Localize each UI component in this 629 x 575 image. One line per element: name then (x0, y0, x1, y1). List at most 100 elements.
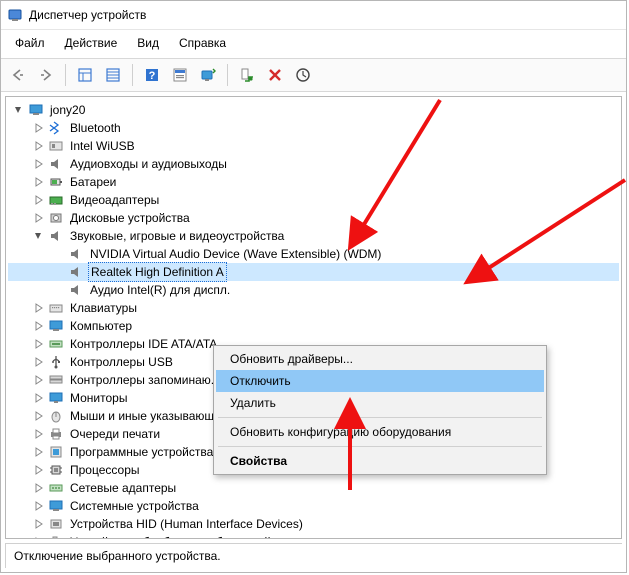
toolbar-separator (227, 64, 228, 86)
tree-label: Клавиатуры (68, 299, 139, 317)
menu-action[interactable]: Действие (55, 32, 128, 54)
tree-label: Программные устройства (68, 443, 215, 461)
toolbar-help-button[interactable]: ? (139, 62, 165, 88)
toolbar-enable-button[interactable] (234, 62, 260, 88)
tree-label: Контроллеры USB (68, 353, 175, 371)
tree-child-intel-audio[interactable]: Аудио Intel(R) для диспл. (8, 281, 619, 299)
tree-label: Очереди печати (68, 425, 162, 443)
tree-label: Видеоадаптеры (68, 191, 161, 209)
keyboard-icon (48, 300, 64, 316)
tree-label: NVIDIA Virtual Audio Device (Wave Extens… (88, 245, 383, 263)
tree-child-nvidia[interactable]: NVIDIA Virtual Audio Device (Wave Extens… (8, 245, 619, 263)
toolbar-view2-button[interactable] (100, 62, 126, 88)
tree-item-system[interactable]: Системные устройства (8, 497, 619, 515)
tree-item-computer[interactable]: Компьютер (8, 317, 619, 335)
tree-item-hid[interactable]: Устройства HID (Human Interface Devices) (8, 515, 619, 533)
monitor-icon (48, 390, 64, 406)
software-icon (48, 444, 64, 460)
tree-label: Устройства обработки изображений (68, 533, 273, 539)
svg-text:?: ? (149, 70, 156, 82)
menu-help[interactable]: Справка (169, 32, 236, 54)
toolbar-props-button[interactable] (167, 62, 193, 88)
ctx-disable[interactable]: Отключить (216, 370, 544, 392)
window-title: Диспетчер устройств (29, 8, 146, 22)
expand-icon[interactable] (32, 373, 46, 387)
menu-view[interactable]: Вид (127, 32, 169, 54)
network-icon (48, 480, 64, 496)
expand-icon[interactable] (32, 481, 46, 495)
ctx-uninstall[interactable]: Удалить (216, 392, 544, 414)
tree-label: Аудио Intel(R) для диспл. (88, 281, 232, 299)
tree-label: Системные устройства (68, 497, 201, 515)
ctx-update-driver[interactable]: Обновить драйверы... (216, 348, 544, 370)
tree-item-drives[interactable]: Дисковые устройства (8, 209, 619, 227)
tree-item-batteries[interactable]: Батареи (8, 173, 619, 191)
display-icon (48, 192, 64, 208)
cpu-icon (48, 462, 64, 478)
toolbar-view1-button[interactable] (72, 62, 98, 88)
expand-icon[interactable] (32, 211, 46, 225)
expand-icon[interactable] (32, 463, 46, 477)
expand-icon[interactable] (32, 517, 46, 531)
camera-icon (48, 534, 64, 539)
tree-item-keyboards[interactable]: Клавиатуры (8, 299, 619, 317)
tree-item-network[interactable]: Сетевые адаптеры (8, 479, 619, 497)
expand-icon[interactable] (32, 427, 46, 441)
expand-icon[interactable] (32, 319, 46, 333)
device-tree-panel: jony20 Bluetooth Intel WiUSB Аудиовходы … (5, 96, 622, 539)
tree-item-bluetooth[interactable]: Bluetooth (8, 119, 619, 137)
expand-icon[interactable] (32, 355, 46, 369)
toolbar: ? (1, 58, 626, 92)
storage-icon (48, 372, 64, 388)
toolbar-scan-button[interactable] (195, 62, 221, 88)
controller-icon (48, 336, 64, 352)
tree-child-realtek-selected[interactable]: Realtek High Definition A (8, 263, 619, 281)
tree-label: Контроллеры запоминаю. (68, 371, 216, 389)
usb-icon (48, 354, 64, 370)
expand-icon[interactable] (32, 409, 46, 423)
disk-icon (48, 210, 64, 226)
status-text: Отключение выбранного устройства. (14, 549, 221, 563)
context-menu: Обновить драйверы... Отключить Удалить О… (213, 345, 547, 475)
expand-icon[interactable] (32, 175, 46, 189)
toolbar-update-button[interactable] (290, 62, 316, 88)
tree-item-imaging[interactable]: Устройства обработки изображений (8, 533, 619, 539)
expand-icon[interactable] (32, 337, 46, 351)
tree-item-sound-video-game[interactable]: Звуковые, игровые и видеоустройства (8, 227, 619, 245)
toolbar-back-button[interactable] (5, 62, 31, 88)
tree-label: Bluetooth (68, 119, 123, 137)
expand-icon[interactable] (32, 121, 46, 135)
ctx-scan-hw[interactable]: Обновить конфигурацию оборудования (216, 421, 544, 443)
app-icon (7, 7, 23, 23)
tree-item-display-adapters[interactable]: Видеоадаптеры (8, 191, 619, 209)
tree-label: Процессоры (68, 461, 142, 479)
hid-icon (48, 516, 64, 532)
toolbar-uninstall-button[interactable] (262, 62, 288, 88)
computer-icon (28, 102, 44, 118)
tree-label: Устройства HID (Human Interface Devices) (68, 515, 305, 533)
tree-label: Дисковые устройства (68, 209, 192, 227)
collapse-icon[interactable] (32, 229, 46, 243)
expand-icon[interactable] (32, 391, 46, 405)
tree-item-audio-io[interactable]: Аудиовходы и аудиовыходы (8, 155, 619, 173)
menu-file[interactable]: Файл (5, 32, 55, 54)
computer-icon (48, 318, 64, 334)
toolbar-forward-button[interactable] (33, 62, 59, 88)
status-bar: Отключение выбранного устройства. (5, 543, 622, 568)
collapse-icon[interactable] (12, 103, 26, 117)
tree-root[interactable]: jony20 (8, 101, 619, 119)
toolbar-separator (132, 64, 133, 86)
ctx-properties[interactable]: Свойства (216, 450, 544, 472)
expand-icon[interactable] (32, 301, 46, 315)
tree-label: Сетевые адаптеры (68, 479, 178, 497)
expand-icon[interactable] (32, 445, 46, 459)
expand-icon[interactable] (32, 139, 46, 153)
tree-item-wiusb[interactable]: Intel WiUSB (8, 137, 619, 155)
expand-icon[interactable] (32, 535, 46, 539)
expand-icon[interactable] (32, 157, 46, 171)
tree-label: Контроллеры IDE ATA/ATA (68, 335, 219, 353)
expand-icon[interactable] (32, 193, 46, 207)
expand-icon[interactable] (32, 499, 46, 513)
tree-label: Батареи (68, 173, 118, 191)
toolbar-separator (65, 64, 66, 86)
